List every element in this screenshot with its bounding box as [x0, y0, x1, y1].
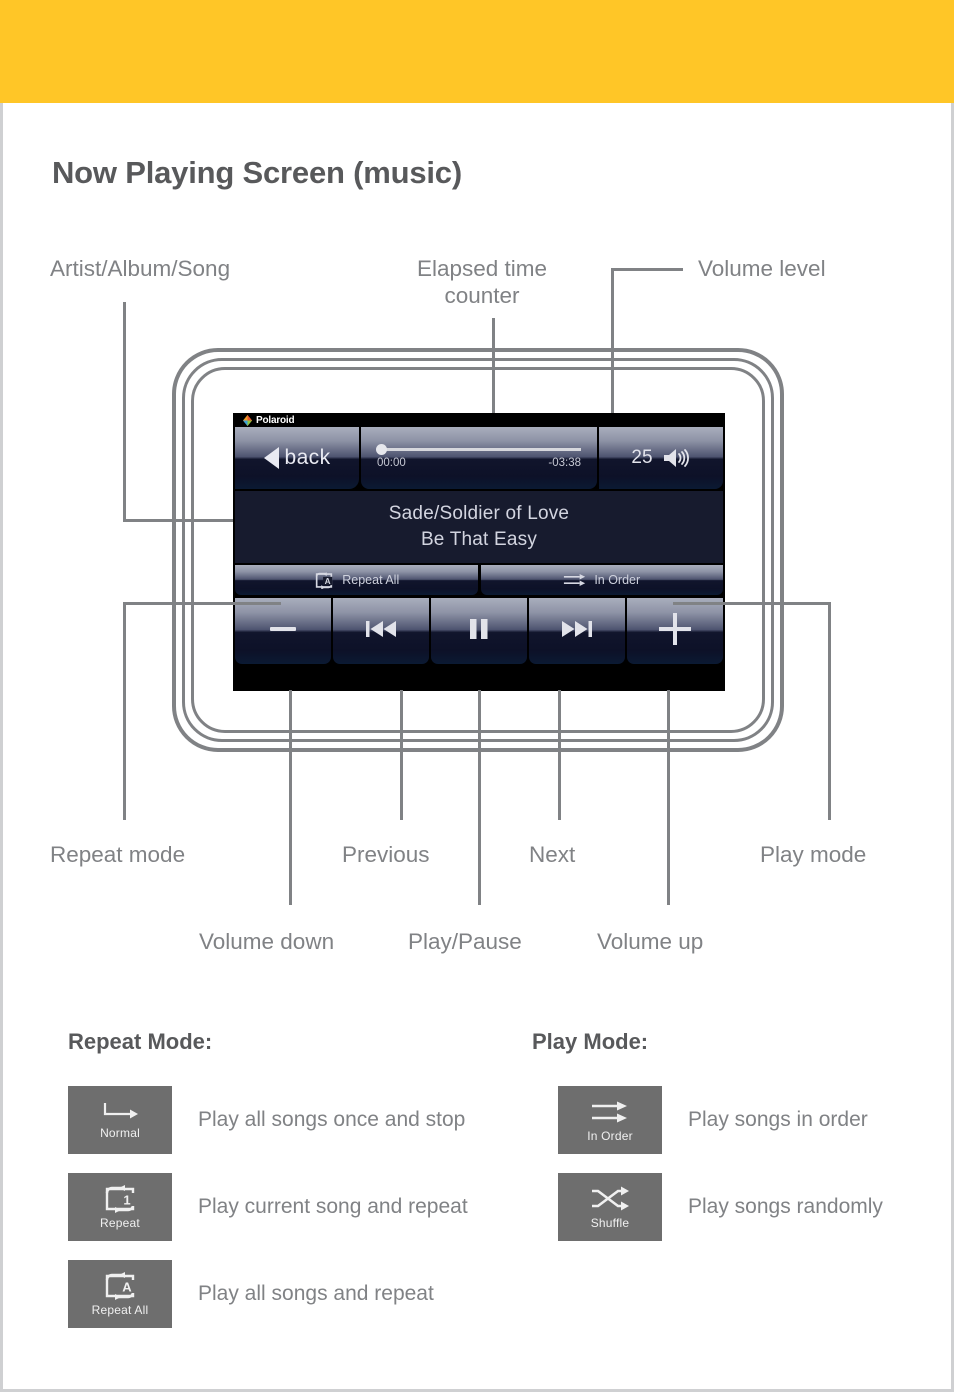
play-mode-button[interactable]: In Order — [480, 565, 723, 595]
volume-down-button[interactable] — [235, 598, 331, 664]
legend-tile-normal: Normal — [68, 1086, 172, 1154]
leader-play-mode-vertical — [828, 602, 831, 820]
leader-play-mode-horizontal — [673, 602, 831, 605]
legend-item-shuffle: Shuffle Play songs randomly — [558, 1173, 883, 1241]
callout-volume-down: Volume down — [199, 929, 335, 954]
repeat-all-icon: A — [105, 1271, 135, 1300]
leader-artist-vertical — [123, 302, 126, 521]
legend-desc-in-order: Play songs in order — [688, 1108, 868, 1131]
legend-title-play-mode: Play Mode: — [532, 1029, 649, 1054]
in-order-icon — [564, 574, 586, 586]
legend-title-repeat-mode: Repeat Mode: — [68, 1029, 213, 1054]
callout-artist-album-song: Artist/Album/Song — [50, 256, 231, 281]
time-readouts: 00:00 -03:38 — [377, 457, 581, 469]
callout-previous: Previous — [342, 842, 430, 867]
elapsed-time-value: 00:00 — [377, 456, 406, 469]
plus-icon — [659, 613, 691, 645]
legend-tile-repeat: 1 Repeat — [68, 1173, 172, 1241]
polaroid-diamond-icon — [243, 415, 252, 426]
minus-icon — [270, 627, 296, 631]
pause-icon — [470, 619, 488, 639]
callout-next: Next — [529, 842, 576, 867]
legend-tile-in-order: In Order — [558, 1086, 662, 1154]
volume-level-value: 25 — [631, 447, 653, 468]
top-banner — [0, 0, 954, 103]
normal-arrow-icon — [103, 1102, 138, 1118]
screen-mode-bar: A Repeat All In Order — [235, 565, 723, 595]
play-mode-label: In Order — [594, 573, 641, 587]
svg-text:1: 1 — [123, 1192, 130, 1207]
leader-volume-up-vertical — [667, 690, 670, 905]
legend-tile-repeat-all: A Repeat All — [68, 1260, 172, 1328]
legend-desc-repeat-all: Play all songs and repeat — [198, 1282, 434, 1305]
back-button-label: back — [284, 446, 331, 469]
page-title: Now Playing Screen (music) — [52, 155, 462, 190]
callout-volume-up: Volume up — [597, 929, 704, 954]
back-button[interactable]: back — [235, 427, 359, 489]
callout-elapsed-time-line2: counter — [444, 282, 520, 308]
now-playing-info: Sade/Soldier of Love Be That Easy — [235, 491, 723, 563]
callout-play-mode: Play mode — [760, 842, 867, 867]
repeat-one-icon: 1 — [105, 1184, 135, 1213]
volume-indicator[interactable]: 25 — [599, 427, 723, 489]
legend-item-repeat: 1 Repeat Play current song and repeat — [68, 1173, 468, 1241]
callout-play-pause: Play/Pause — [408, 929, 522, 954]
transport-controls — [235, 598, 723, 664]
next-button[interactable] — [529, 598, 625, 664]
page-border-left — [0, 103, 3, 1392]
legend-tile-label-shuffle: Shuffle — [590, 1215, 630, 1230]
leader-next-vertical — [558, 690, 561, 820]
callout-elapsed-time: Elapsed time counter — [398, 256, 566, 309]
previous-icon — [366, 621, 396, 637]
now-playing-line1: Sade/Soldier of Love — [388, 503, 570, 524]
progress-track[interactable] — [376, 443, 581, 455]
shuffle-icon — [592, 1186, 629, 1210]
brand-logo: Polaroid — [241, 414, 295, 427]
legend-item-normal: Normal Play all songs once and stop — [68, 1086, 465, 1154]
callout-volume-level: Volume level — [698, 256, 826, 281]
legend-desc-normal: Play all songs once and stop — [198, 1108, 466, 1131]
progress-section[interactable]: 00:00 -03:38 — [361, 427, 597, 489]
in-order-icon — [592, 1101, 627, 1122]
legend-tile-label-repeat: Repeat — [100, 1215, 140, 1230]
progress-knob[interactable] — [376, 443, 387, 455]
svg-text:A: A — [325, 576, 331, 585]
legend-tile-label-in-order: In Order — [587, 1128, 633, 1143]
page-root: Now Playing Screen (music) Artist/Album/… — [0, 0, 954, 1392]
brand-name: Polaroid — [256, 415, 295, 426]
callout-elapsed-time-line1: Elapsed time — [416, 256, 548, 281]
now-playing-line2: Be That Easy — [420, 529, 538, 550]
repeat-all-icon: A — [316, 571, 333, 589]
leader-repeat-mode-horizontal — [123, 602, 281, 605]
device-screen: Polaroid back 00:00 -03:38 25 Sade/Soldi… — [233, 413, 725, 691]
legend-item-repeat-all: A Repeat All Play all songs and repeat — [68, 1260, 434, 1328]
callout-repeat-mode: Repeat mode — [50, 842, 186, 867]
legend-tile-shuffle: Shuffle — [558, 1173, 662, 1241]
leader-volume-horizontal — [611, 268, 683, 271]
legend-desc-shuffle: Play songs randomly — [688, 1195, 883, 1218]
remaining-time-value: -03:38 — [548, 456, 581, 469]
play-pause-button[interactable] — [431, 598, 527, 664]
speaker-icon — [663, 449, 689, 467]
back-arrow-icon — [263, 447, 279, 469]
svg-text:A: A — [122, 1279, 132, 1294]
brand-bar: Polaroid — [233, 413, 725, 427]
screen-topbar: back 00:00 -03:38 25 — [235, 427, 723, 489]
legend-item-in-order: In Order Play songs in order — [558, 1086, 868, 1154]
leader-play-pause-vertical — [478, 690, 481, 905]
legend-tile-label-repeat-all: Repeat All — [91, 1302, 149, 1317]
previous-button[interactable] — [333, 598, 429, 664]
repeat-mode-label: Repeat All — [342, 573, 400, 587]
repeat-mode-button[interactable]: A Repeat All — [235, 565, 478, 595]
legend-tile-label-normal: Normal — [100, 1125, 140, 1140]
volume-up-button[interactable] — [627, 598, 723, 664]
legend-desc-repeat: Play current song and repeat — [198, 1195, 468, 1218]
leader-repeat-mode-vertical — [123, 602, 126, 820]
next-icon — [562, 621, 592, 637]
leader-volume-down-vertical — [289, 690, 292, 905]
leader-previous-vertical — [400, 690, 403, 820]
